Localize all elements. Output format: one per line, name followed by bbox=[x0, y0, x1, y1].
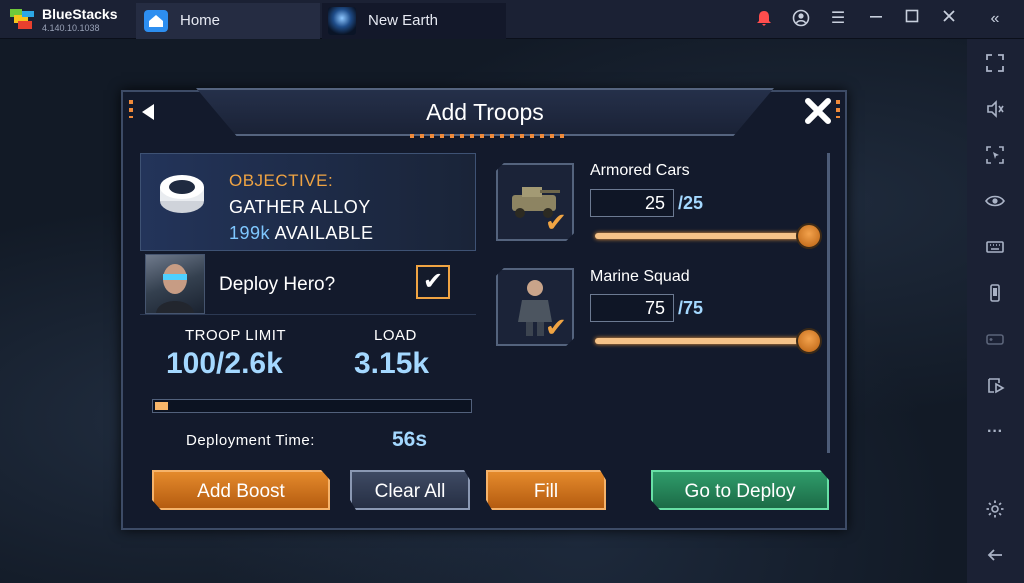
armored-cars-name: Armored Cars bbox=[590, 162, 690, 179]
deployment-time-value: 56s bbox=[392, 428, 428, 451]
dialog-title: Add Troops bbox=[426, 99, 544, 125]
home-icon bbox=[144, 10, 168, 32]
phone-icon[interactable] bbox=[984, 283, 1006, 305]
account-icon[interactable] bbox=[791, 9, 811, 29]
marine-squad-max: /75 bbox=[678, 298, 704, 318]
marine-squad-name: Marine Squad bbox=[590, 268, 690, 285]
header-decoration bbox=[410, 134, 566, 138]
armored-cars-max: /25 bbox=[678, 193, 704, 213]
new-earth-icon bbox=[328, 7, 356, 35]
keyboard-icon[interactable] bbox=[984, 237, 1006, 259]
close-button[interactable] bbox=[803, 96, 833, 126]
clear-all-button[interactable]: Clear All bbox=[350, 470, 470, 510]
deploy-hero-label: Deploy Hero? bbox=[219, 274, 336, 295]
collapse-sidebar-icon[interactable]: « bbox=[985, 9, 1005, 29]
objective-label: OBJECTIVE: bbox=[229, 171, 334, 190]
close-window-icon[interactable] bbox=[939, 9, 959, 29]
screen-select-icon[interactable] bbox=[984, 145, 1006, 167]
eye-icon[interactable] bbox=[984, 191, 1006, 213]
alloy-icon bbox=[160, 175, 204, 213]
title-bar: BlueStacks 4.140.10.1038 Home New Earth … bbox=[0, 0, 1024, 39]
armored-cars-selected-check-icon: ✔ bbox=[545, 207, 567, 237]
minimize-icon[interactable] bbox=[866, 9, 886, 29]
armored-cars-slider-thumb[interactable] bbox=[796, 223, 822, 249]
deployment-time-label: Deployment Time: bbox=[186, 432, 315, 449]
troop-limit-label: TROOP LIMIT bbox=[185, 327, 287, 344]
objective-text: GATHER ALLOY bbox=[229, 197, 371, 217]
tab-home-label: Home bbox=[180, 12, 221, 29]
mute-icon[interactable] bbox=[984, 99, 1006, 121]
app-version: 4.140.10.1038 bbox=[42, 23, 100, 33]
gamepad-icon[interactable] bbox=[984, 329, 1006, 351]
media-icon[interactable] bbox=[984, 375, 1006, 397]
add-boost-button[interactable]: Add Boost bbox=[152, 470, 330, 510]
tab-new-earth[interactable]: New Earth bbox=[322, 3, 506, 39]
maximize-icon[interactable] bbox=[902, 9, 922, 29]
tab-new-earth-label: New Earth bbox=[368, 12, 439, 29]
bluestacks-logo-icon bbox=[10, 9, 34, 29]
settings-gear-icon[interactable] bbox=[984, 499, 1006, 521]
app-name: BlueStacks bbox=[42, 6, 118, 22]
right-sidebar: ··· bbox=[967, 39, 1024, 583]
marine-squad-quantity-input[interactable]: 75 bbox=[590, 294, 674, 322]
load-progress-fill bbox=[155, 402, 168, 410]
notification-bell-icon[interactable] bbox=[754, 9, 774, 29]
marine-squad-slider-thumb[interactable] bbox=[796, 328, 822, 354]
armored-cars-slider-track[interactable] bbox=[595, 233, 809, 239]
troop-limit-value: 100/2.6k bbox=[166, 347, 283, 380]
deploy-hero-checkbox[interactable]: ✔ bbox=[416, 265, 450, 299]
troop-list-scrollbar[interactable] bbox=[827, 153, 830, 453]
menu-icon[interactable]: ☰ bbox=[828, 9, 848, 29]
corner-decoration bbox=[836, 100, 840, 118]
fullscreen-icon[interactable] bbox=[984, 53, 1006, 75]
tab-home[interactable]: Home bbox=[136, 3, 320, 39]
armored-cars-quantity-input[interactable]: 25 bbox=[590, 189, 674, 217]
load-label: LOAD bbox=[374, 327, 417, 344]
fill-button[interactable]: Fill bbox=[486, 470, 606, 510]
hero-portrait bbox=[145, 254, 205, 314]
marine-squad-slider-track[interactable] bbox=[595, 338, 809, 344]
more-icon[interactable]: ··· bbox=[984, 421, 1006, 443]
load-value: 3.15k bbox=[354, 347, 430, 380]
load-progress-bar bbox=[152, 399, 472, 413]
go-to-deploy-button[interactable]: Go to Deploy bbox=[651, 470, 829, 510]
back-arrow-nav-icon[interactable] bbox=[984, 545, 1006, 567]
objective-available: 199k AVAILABLE bbox=[229, 223, 373, 244]
marine-squad-selected-check-icon: ✔ bbox=[545, 312, 567, 342]
back-button[interactable] bbox=[138, 100, 158, 124]
corner-decoration bbox=[129, 100, 133, 118]
available-amount: 199k bbox=[229, 223, 271, 243]
available-word: AVAILABLE bbox=[274, 223, 374, 243]
